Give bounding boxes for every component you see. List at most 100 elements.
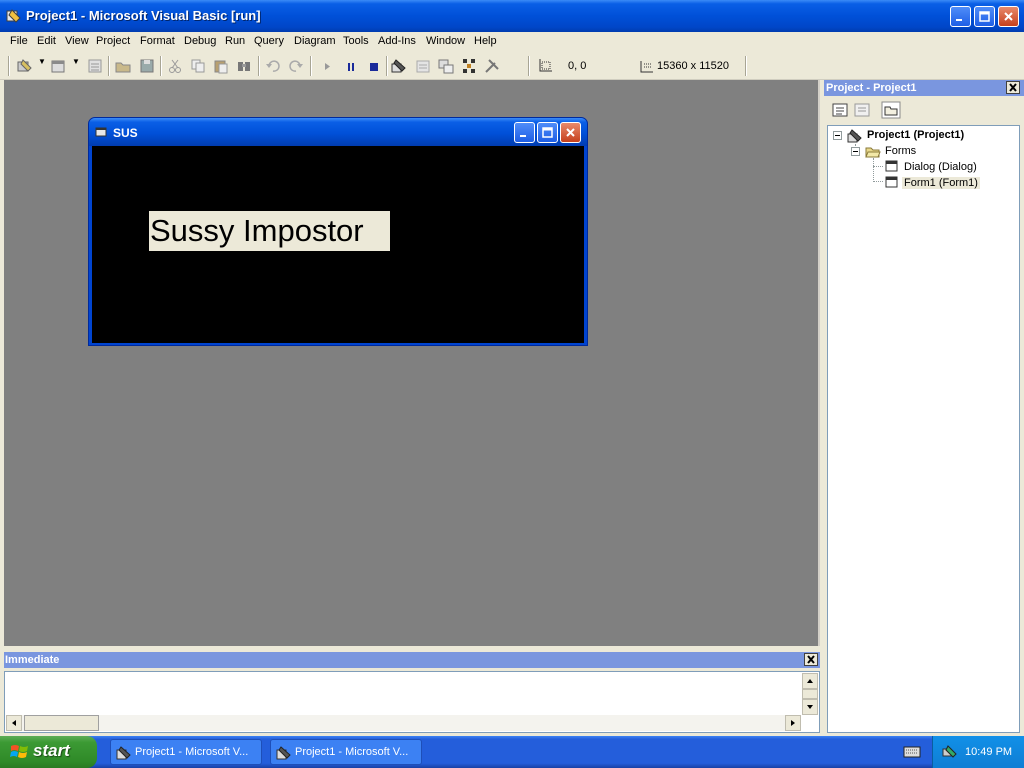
immediate-title: Immediate <box>5 654 60 666</box>
immediate-input[interactable] <box>4 671 820 733</box>
dropdown-arrow-icon[interactable]: ▼ <box>38 57 46 66</box>
redo-icon[interactable] <box>287 57 305 75</box>
menu-debug[interactable]: Debug <box>184 35 216 47</box>
vb-app-icon[interactable] <box>6 8 22 24</box>
start-icon[interactable] <box>318 57 336 75</box>
form-maximize-button[interactable] <box>537 122 558 143</box>
project-icon <box>847 129 862 143</box>
maximize-icon <box>542 127 553 138</box>
form-close-button[interactable] <box>560 122 581 143</box>
add-form-icon[interactable] <box>50 57 68 75</box>
network-icon[interactable] <box>942 744 958 760</box>
form-layout-icon[interactable] <box>437 57 455 75</box>
dropdown-arrow-icon[interactable]: ▼ <box>72 57 80 66</box>
tree-project-node[interactable]: Project1 (Project1) <box>867 129 964 141</box>
form-minimize-button[interactable] <box>514 122 535 143</box>
scroll-right-button[interactable] <box>785 715 801 731</box>
project-explorer-close-button[interactable] <box>1006 81 1020 94</box>
project-explorer-panel: Project - Project1 Project1 (Project1) F… <box>824 80 1024 734</box>
maximize-icon <box>979 11 990 22</box>
standard-toolbar: ▼ ▼ 0, 0 15360 x 11520 <box>0 52 1024 80</box>
add-project-icon[interactable] <box>16 57 34 75</box>
tree-line <box>873 166 883 167</box>
start-button[interactable]: start <box>0 736 97 768</box>
project-explorer-toolbar <box>824 97 1024 124</box>
view-code-icon[interactable] <box>830 101 850 119</box>
project-tree: Project1 (Project1) Forms Dialog (Dialog… <box>827 125 1020 733</box>
paste-icon[interactable] <box>212 57 230 75</box>
toolbox-icon[interactable] <box>483 57 501 75</box>
toolbar-grip[interactable] <box>8 56 9 76</box>
break-icon[interactable] <box>342 57 360 75</box>
properties-window-icon[interactable] <box>414 57 432 75</box>
open-folder-icon[interactable] <box>114 57 132 75</box>
menu-editor-icon[interactable] <box>86 57 104 75</box>
clock[interactable]: 10:49 PM <box>965 746 1012 758</box>
minimize-button[interactable] <box>950 6 971 27</box>
project-explorer-header: Project - Project1 <box>824 80 1024 96</box>
sus-form-title-bar[interactable]: SUS <box>89 118 587 146</box>
save-icon[interactable] <box>138 57 156 75</box>
end-icon[interactable] <box>365 57 383 75</box>
taskbar-item[interactable]: Project1 - Microsoft V... <box>270 739 422 765</box>
menu-project[interactable]: Project <box>96 35 130 47</box>
menu-file[interactable]: File <box>10 35 28 47</box>
horizontal-scrollbar[interactable] <box>6 715 801 731</box>
menu-query[interactable]: Query <box>254 35 284 47</box>
toolbar-separator <box>386 56 387 76</box>
menu-format[interactable]: Format <box>140 35 175 47</box>
cut-icon[interactable] <box>166 57 184 75</box>
menu-run[interactable]: Run <box>225 35 245 47</box>
size-icon <box>640 61 653 73</box>
view-object-icon[interactable] <box>852 101 872 119</box>
size-readout: 15360 x 11520 <box>657 60 729 72</box>
undo-icon[interactable] <box>264 57 282 75</box>
close-icon <box>807 655 815 664</box>
menu-bar: File Edit View Project Format Debug Run … <box>0 32 1024 52</box>
minimize-icon <box>956 19 962 21</box>
menu-window[interactable]: Window <box>426 35 465 47</box>
project-explorer-icon[interactable] <box>390 57 408 75</box>
arrow-left-icon <box>12 720 16 726</box>
close-button[interactable] <box>998 6 1019 27</box>
taskbar-item[interactable]: Project1 - Microsoft V... <box>110 739 262 765</box>
system-tray: 10:49 PM <box>932 736 1024 768</box>
toggle-folders-icon[interactable] <box>881 101 901 119</box>
scroll-down-button[interactable] <box>802 699 818 715</box>
menu-help[interactable]: Help <box>474 35 497 47</box>
menu-tools[interactable]: Tools <box>343 35 369 47</box>
tree-item-form1[interactable]: Form1 (Form1) <box>902 177 980 189</box>
menu-diagram[interactable]: Diagram <box>294 35 336 47</box>
find-icon[interactable] <box>235 57 253 75</box>
maximize-button[interactable] <box>974 6 995 27</box>
toolbar-separator <box>108 56 109 76</box>
sussy-impostor-label: Sussy Impostor <box>149 211 390 251</box>
scroll-left-button[interactable] <box>6 715 22 731</box>
start-label: start <box>33 741 70 760</box>
close-icon <box>1004 12 1013 21</box>
tree-item-dialog[interactable]: Dialog (Dialog) <box>904 161 977 173</box>
tree-forms-folder[interactable]: Forms <box>885 145 916 157</box>
forms-collapse-toggle[interactable] <box>851 147 860 156</box>
immediate-close-button[interactable] <box>804 653 818 666</box>
menu-edit[interactable]: Edit <box>37 35 56 47</box>
close-icon <box>1009 83 1017 92</box>
scroll-up-button[interactable] <box>802 673 818 689</box>
sus-form-window[interactable]: SUS Sussy Impostor <box>88 117 588 346</box>
vb-app-icon <box>276 746 291 760</box>
horizontal-scroll-thumb[interactable] <box>24 715 99 731</box>
object-browser-icon[interactable] <box>460 57 478 75</box>
form-icon <box>885 160 898 172</box>
menu-add-ins[interactable]: Add-Ins <box>378 35 416 47</box>
immediate-window: Immediate <box>0 652 820 734</box>
keyboard-icon[interactable] <box>903 745 921 759</box>
vertical-scrollbar-track[interactable] <box>802 689 818 699</box>
form-icon <box>885 176 898 188</box>
window-title: Project1 - Microsoft Visual Basic [run] <box>26 8 261 23</box>
menu-view[interactable]: View <box>65 35 89 47</box>
project-collapse-toggle[interactable] <box>833 131 842 140</box>
form-icon[interactable] <box>95 126 108 138</box>
sus-form-client-area: Sussy Impostor <box>92 146 584 343</box>
copy-icon[interactable] <box>189 57 207 75</box>
main-title-bar[interactable]: Project1 - Microsoft Visual Basic [run] <box>0 0 1024 32</box>
